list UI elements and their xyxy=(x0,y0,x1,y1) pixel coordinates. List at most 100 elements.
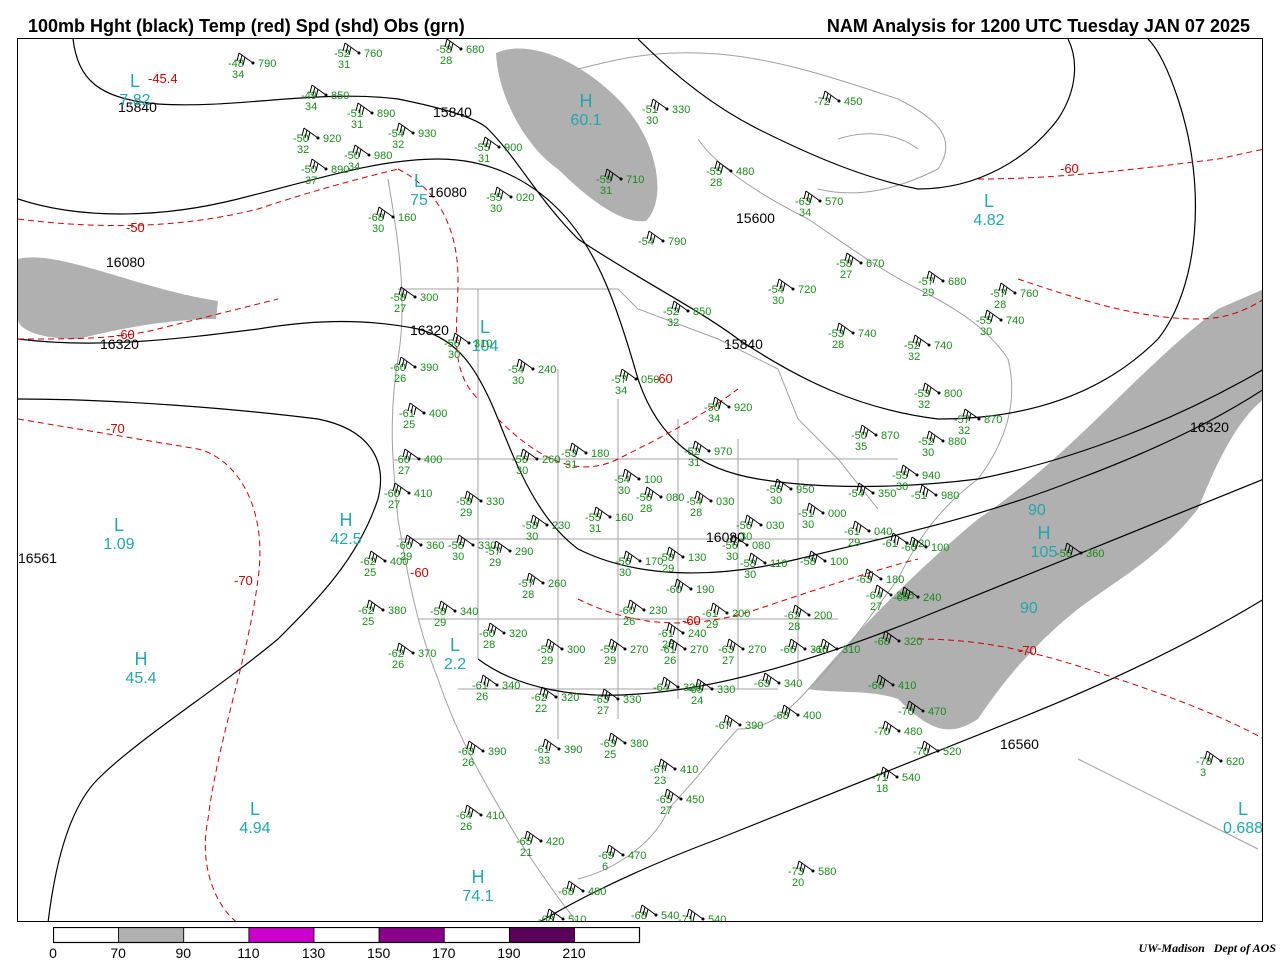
colorbar-segment xyxy=(183,927,250,943)
center-letter: H xyxy=(1038,523,1051,543)
station-obs: -65 42021 xyxy=(516,830,564,859)
center-letter: L xyxy=(414,171,424,191)
obs-dewpoint: 29 xyxy=(848,537,860,549)
obs-dewpoint: 30 xyxy=(896,481,908,493)
height-label: 15600 xyxy=(736,210,775,226)
obs-dewpoint: 6 xyxy=(602,861,608,873)
obs-height: 540 xyxy=(902,772,920,784)
obs-height: 130 xyxy=(688,552,706,564)
obs-height: 740 xyxy=(1006,315,1024,327)
center-letter: L xyxy=(130,71,140,91)
obs-dewpoint: 37 xyxy=(305,175,317,187)
station-obs: -52 97031 xyxy=(684,440,732,469)
temp-label: -60 xyxy=(410,565,429,580)
obs-dewpoint: 28 xyxy=(440,55,452,67)
center-value: 45.4 xyxy=(125,670,156,687)
colorbar-tick: 110 xyxy=(237,945,260,961)
station-obs: -52 76031 xyxy=(334,42,382,71)
colorbar-tick: 0 xyxy=(49,945,57,961)
obs-temp: -61 xyxy=(882,538,898,550)
obs-dewpoint: 32 xyxy=(667,317,679,329)
obs-dewpoint: 31 xyxy=(589,523,601,535)
station-obs: -52 88030 xyxy=(918,430,966,459)
obs-temp: -70 xyxy=(898,706,914,718)
obs-dewpoint: 32 xyxy=(392,139,404,151)
obs-dewpoint: 28 xyxy=(522,589,534,601)
obs-temp: -70 xyxy=(874,726,890,738)
station-obs: -71 540 xyxy=(678,908,726,922)
station-obs: -63 57034 xyxy=(795,190,843,219)
obs-dewpoint: 34 xyxy=(348,161,360,173)
obs-dewpoint: 30 xyxy=(770,495,782,507)
obs-dewpoint: 29 xyxy=(541,655,553,667)
station-obs: -58 100 xyxy=(800,550,848,568)
obs-height: 480 xyxy=(904,726,922,738)
obs-dewpoint: 30 xyxy=(646,115,658,127)
obs-height: 390 xyxy=(420,362,438,374)
wind-speed-shading xyxy=(18,48,1262,730)
station-obs: -63 27027 xyxy=(718,638,766,667)
obs-height: 180 xyxy=(886,574,904,586)
station-obs: -55 94030 xyxy=(892,464,940,493)
temp-label: -60 xyxy=(1060,161,1079,176)
obs-height: 350 xyxy=(878,488,896,500)
obs-height: 310 xyxy=(842,644,860,656)
temp-label: -70 xyxy=(106,421,125,436)
obs-height: 030 xyxy=(716,496,734,508)
obs-dewpoint: 3 xyxy=(1200,767,1206,779)
credit-org: UW-Madison xyxy=(1138,941,1205,955)
obs-height: 390 xyxy=(564,744,582,756)
obs-temp: -66 xyxy=(780,644,796,656)
obs-dewpoint: 31 xyxy=(351,119,363,131)
obs-height: 400 xyxy=(424,454,442,466)
obs-dewpoint: 23 xyxy=(654,775,666,787)
station-obs: -58 11030 xyxy=(740,552,788,581)
station-obs: -65 33024 xyxy=(687,678,735,707)
obs-height: 290 xyxy=(515,546,533,558)
obs-height: 320 xyxy=(561,692,579,704)
obs-height: 360 xyxy=(1086,548,1104,560)
obs-height: 000 xyxy=(828,508,846,520)
station-obs: -63 39026 xyxy=(458,740,506,769)
obs-height: 080 xyxy=(666,492,684,504)
station-obs: -61 27026 xyxy=(660,638,708,667)
obs-dewpoint: 30 xyxy=(618,485,630,497)
station-obs: -63 180 xyxy=(856,568,904,586)
obs-dewpoint: 28 xyxy=(690,507,702,519)
station-obs: -71 54018 xyxy=(872,766,920,795)
center-value: 60.1 xyxy=(570,112,601,129)
obs-height: 720 xyxy=(798,284,816,296)
obs-height: 200 xyxy=(814,610,832,622)
obs-height: 160 xyxy=(615,512,633,524)
colorbar-tick: 170 xyxy=(432,945,456,961)
station-obs: -59 27029 xyxy=(600,638,648,667)
obs-dewpoint: 32 xyxy=(908,351,920,363)
obs-temp: -68 xyxy=(874,636,890,648)
obs-height: 370 xyxy=(418,648,436,660)
obs-height: 890 xyxy=(331,164,349,176)
center-value: 75 xyxy=(410,192,428,209)
station-obs: -54 24030 xyxy=(508,358,556,387)
speed-label: 90 xyxy=(1028,502,1046,519)
height-label: 16560 xyxy=(1000,736,1039,752)
obs-dewpoint: 26 xyxy=(460,821,472,833)
obs-dewpoint: 22 xyxy=(535,703,547,715)
station-obs: -60 41027 xyxy=(384,482,432,511)
obs-height: 980 xyxy=(941,490,959,502)
obs-height: 740 xyxy=(858,328,876,340)
station-obs: -57 87032 xyxy=(954,408,1002,437)
obs-height: 270 xyxy=(630,644,648,656)
obs-height: 790 xyxy=(258,58,276,70)
station-obs: -55 02030 xyxy=(486,186,534,215)
center-value: 4.82 xyxy=(973,212,1004,229)
center-value: 2.2 xyxy=(444,656,466,673)
obs-height: 980 xyxy=(374,150,392,162)
obs-height: 680 xyxy=(948,276,966,288)
colorbar-tick: 210 xyxy=(562,945,586,961)
obs-height: 320 xyxy=(904,636,922,648)
obs-temp: -64 xyxy=(653,682,669,694)
colorbar-segment xyxy=(443,927,510,943)
station-obs: -58 13029 xyxy=(658,546,706,575)
obs-dewpoint: 25 xyxy=(403,419,415,431)
obs-height: 540 xyxy=(708,914,726,922)
